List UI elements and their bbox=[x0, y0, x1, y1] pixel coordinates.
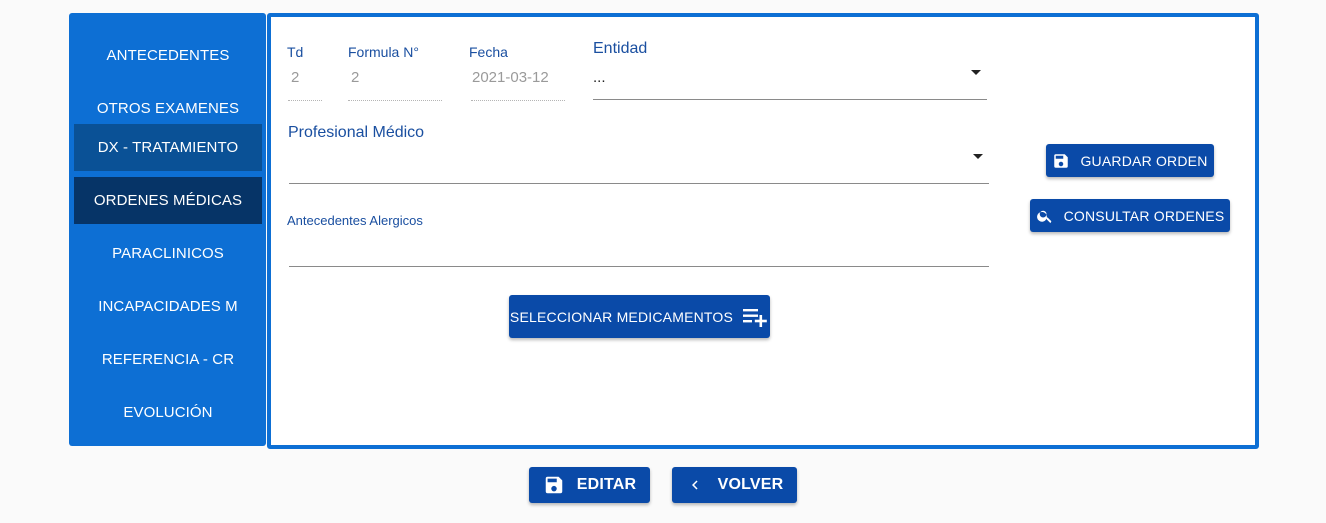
profesional-label: Profesional Médico bbox=[288, 124, 425, 141]
seleccionar-medicamentos-button[interactable]: SELECCIONAR MEDICAMENTOS bbox=[509, 295, 770, 338]
page: ANTECEDENTES OTROS EXAMENES DX - TRATAMI… bbox=[0, 0, 1326, 523]
fecha-underline bbox=[471, 100, 565, 101]
order-form-panel: Td 2 Formula N° 2 Fecha 2021-03-12 Entid… bbox=[267, 13, 1259, 449]
sidebar-item-referencia-cr[interactable]: REFERENCIA - CR bbox=[74, 336, 262, 383]
playlist-add-icon bbox=[743, 308, 767, 327]
sidebar-item-label: ORDENES MÉDICAS bbox=[93, 192, 243, 209]
sidebar-item-label: INCAPACIDADES M bbox=[98, 298, 238, 315]
entidad-label: Entidad bbox=[593, 40, 648, 57]
seleccionar-medicamentos-label: SELECCIONAR MEDICAMENTOS bbox=[509, 308, 734, 325]
sidebar-item-dx-tratamiento[interactable]: DX - TRATAMIENTO bbox=[74, 124, 262, 171]
consultar-ordenes-button[interactable]: CONSULTAR ORDENES bbox=[1030, 199, 1230, 232]
sidebar-item-label: ANTECEDENTES bbox=[106, 47, 230, 64]
sidebar-item-label: DX - TRATAMIENTO bbox=[97, 139, 239, 156]
td-field[interactable]: 2 bbox=[291, 69, 299, 86]
editar-label: EDITAR bbox=[576, 476, 637, 493]
guardar-orden-button[interactable]: GUARDAR ORDEN bbox=[1046, 144, 1214, 177]
entidad-value: ... bbox=[593, 69, 606, 86]
entidad-underline bbox=[593, 99, 987, 100]
editar-button[interactable]: EDITAR bbox=[529, 467, 650, 503]
consultar-ordenes-label: CONSULTAR ORDENES bbox=[1063, 207, 1225, 224]
sidebar-item-label: PARACLINICOS bbox=[112, 245, 224, 262]
sidebar-item-ordenes-medicas[interactable]: ORDENES MÉDICAS bbox=[74, 177, 262, 224]
volver-label: VOLVER bbox=[717, 476, 784, 493]
antecedentes-alergicos-underline bbox=[289, 266, 989, 267]
profesional-select[interactable] bbox=[289, 147, 989, 183]
profesional-underline bbox=[289, 183, 989, 184]
fecha-label: Fecha bbox=[469, 44, 508, 60]
guardar-orden-label: GUARDAR ORDEN bbox=[1080, 152, 1208, 169]
sidebar-item-label: EVOLUCIÓN bbox=[123, 404, 213, 421]
volver-button[interactable]: VOLVER bbox=[672, 467, 797, 503]
antecedentes-alergicos-label: Antecedentes Alergicos bbox=[287, 213, 423, 228]
sidebar-item-antecedentes[interactable]: ANTECEDENTES bbox=[74, 32, 262, 79]
chevron-down-icon bbox=[973, 154, 983, 159]
fecha-field[interactable]: 2021-03-12 bbox=[472, 69, 549, 86]
formula-underline bbox=[348, 100, 442, 101]
sidebar-item-evolucion[interactable]: EVOLUCIÓN bbox=[74, 389, 262, 436]
search-icon bbox=[1036, 210, 1051, 223]
save-icon bbox=[1054, 153, 1069, 168]
chevron-down-icon bbox=[971, 70, 981, 75]
sidebar-item-label: REFERENCIA - CR bbox=[101, 351, 235, 368]
td-label: Td bbox=[287, 44, 304, 60]
formula-field[interactable]: 2 bbox=[351, 69, 359, 86]
antecedentes-alergicos-input[interactable] bbox=[289, 231, 989, 266]
entidad-select[interactable]: ... bbox=[593, 65, 987, 99]
save-icon bbox=[545, 476, 562, 494]
chevron-left-icon bbox=[691, 480, 698, 490]
formula-label: Formula N° bbox=[348, 44, 419, 60]
sidebar-item-label: OTROS EXAMENES bbox=[96, 100, 240, 117]
sidebar-item-incapacidades[interactable]: INCAPACIDADES M bbox=[74, 283, 262, 330]
sidebar-item-paraclinicos[interactable]: PARACLINICOS bbox=[74, 230, 262, 277]
td-underline bbox=[288, 100, 322, 101]
sidebar: ANTECEDENTES OTROS EXAMENES DX - TRATAMI… bbox=[69, 13, 266, 446]
